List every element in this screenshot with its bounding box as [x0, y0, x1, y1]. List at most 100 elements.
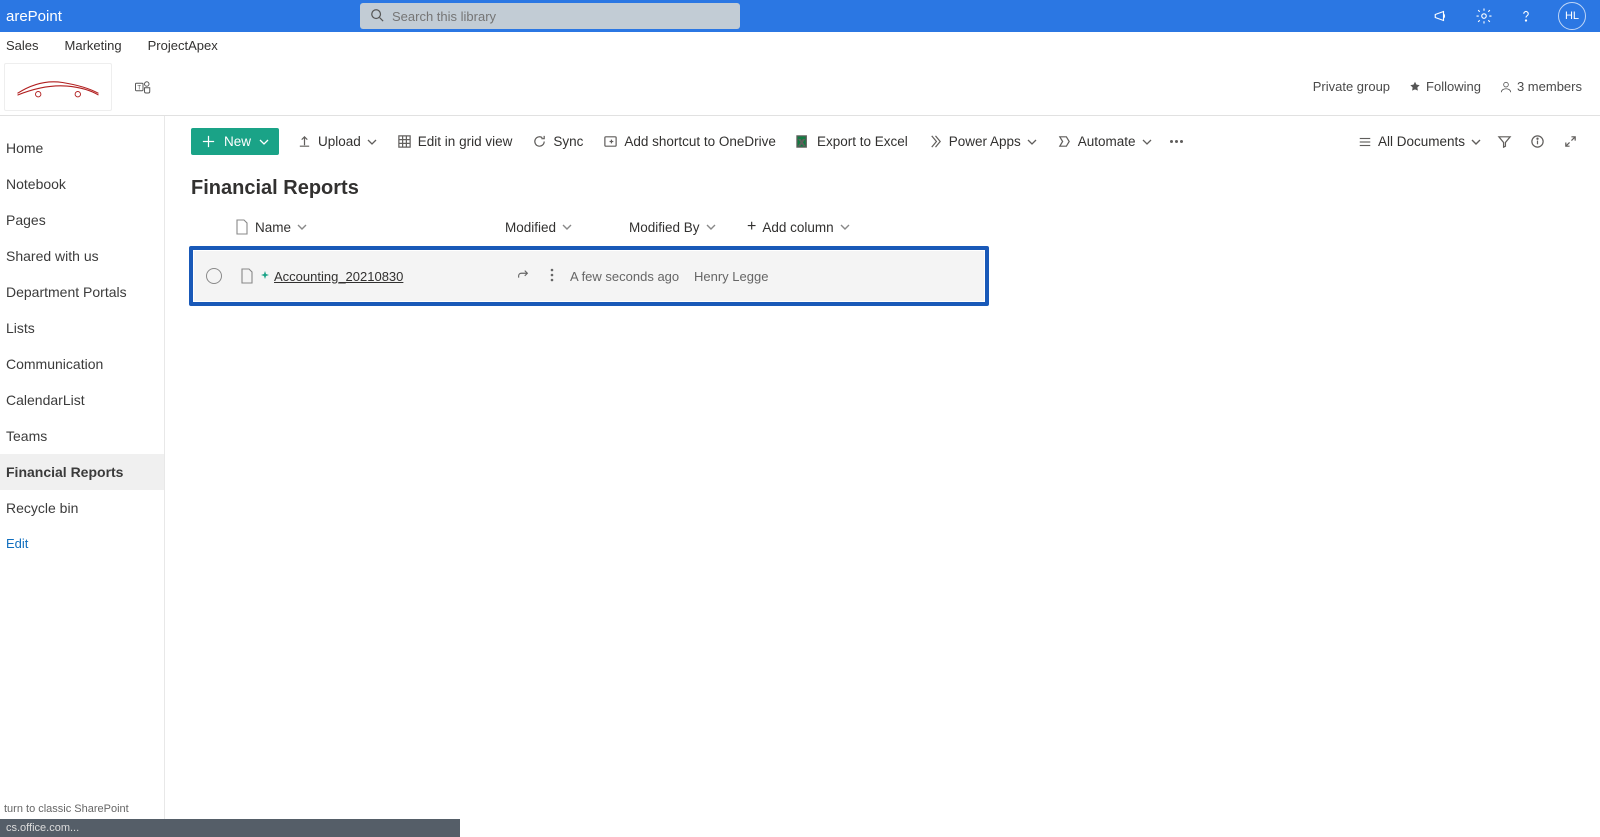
search-icon: [370, 8, 384, 25]
nav-recycle[interactable]: Recycle bin: [0, 490, 164, 526]
site-logo[interactable]: [4, 63, 112, 111]
sync-icon: [532, 134, 547, 149]
expand-icon: [1563, 134, 1578, 149]
col-modified-label: Modified: [505, 220, 556, 235]
star-icon: [1408, 80, 1422, 94]
list-header: Name Modified Modified By + Add column: [189, 212, 1592, 242]
user-avatar[interactable]: HL: [1558, 2, 1586, 30]
plus-icon: [201, 134, 216, 149]
export-excel-button[interactable]: X Export to Excel: [794, 130, 910, 153]
row-more-icon[interactable]: [550, 268, 554, 285]
document-list: Name Modified Modified By + Add column: [165, 212, 1600, 306]
nav-comm[interactable]: Communication: [0, 346, 164, 382]
filter-button[interactable]: [1495, 130, 1514, 153]
nav-shared[interactable]: Shared with us: [0, 238, 164, 274]
view-selector[interactable]: All Documents: [1358, 134, 1481, 149]
onedrive-shortcut-button[interactable]: Add shortcut to OneDrive: [601, 130, 778, 153]
new-label: New: [224, 134, 251, 149]
new-button[interactable]: New: [191, 128, 279, 155]
highlighted-row: Accounting_20210830 A few seconds ago He…: [189, 246, 989, 306]
left-nav: Home Notebook Pages Shared with us Depar…: [0, 116, 165, 837]
powerapps-label: Power Apps: [949, 134, 1021, 149]
hub-link-projectapex[interactable]: ProjectApex: [148, 38, 218, 53]
info-button[interactable]: [1528, 130, 1547, 153]
chevron-down-icon: [297, 222, 307, 232]
col-name-label: Name: [255, 220, 291, 235]
upload-icon: [297, 134, 312, 149]
return-classic[interactable]: turn to classic SharePoint: [0, 799, 164, 819]
svg-text:X: X: [799, 137, 805, 147]
row-modified: A few seconds ago: [570, 269, 694, 284]
expand-button[interactable]: [1561, 130, 1580, 153]
row-select[interactable]: [194, 268, 234, 284]
nav-teams[interactable]: Teams: [0, 418, 164, 454]
megaphone-icon[interactable]: [1432, 6, 1452, 26]
sync-button[interactable]: Sync: [530, 130, 585, 153]
search-input[interactable]: [392, 9, 730, 24]
nav-pages[interactable]: Pages: [0, 202, 164, 238]
row-modified-by: Henry Legge: [694, 269, 812, 284]
col-add-label: Add column: [762, 220, 833, 235]
search-box[interactable]: [360, 3, 740, 29]
automate-button[interactable]: Automate: [1055, 130, 1154, 153]
table-row[interactable]: Accounting_20210830 A few seconds ago He…: [194, 251, 984, 301]
col-type-icon[interactable]: [229, 219, 255, 235]
nav-lists[interactable]: Lists: [0, 310, 164, 346]
automate-icon: [1057, 134, 1072, 149]
members-label: 3 members: [1517, 79, 1582, 94]
col-modified[interactable]: Modified: [505, 220, 629, 235]
chevron-down-icon: [367, 137, 377, 147]
chevron-down-icon: [1142, 137, 1152, 147]
chevron-down-icon: [259, 137, 269, 147]
col-modified-by[interactable]: Modified By: [629, 220, 747, 235]
teams-icon[interactable]: T: [134, 78, 152, 96]
following-label: Following: [1426, 79, 1481, 94]
privacy-label: Private group: [1313, 79, 1390, 94]
nav-home[interactable]: Home: [0, 130, 164, 166]
following-button[interactable]: Following: [1408, 79, 1481, 94]
new-badge-icon: [260, 271, 270, 281]
nav-calendar[interactable]: CalendarList: [0, 382, 164, 418]
overflow-button[interactable]: [1170, 140, 1183, 143]
site-header: T Private group Following 3 members: [0, 58, 1600, 116]
chevron-down-icon: [1471, 137, 1481, 147]
grid-icon: [397, 134, 412, 149]
person-icon: [1499, 80, 1513, 94]
command-bar: New Upload Edit in grid view Sync Add sh…: [165, 126, 1600, 163]
powerapps-button[interactable]: Power Apps: [926, 130, 1039, 153]
onedrive-shortcut-label: Add shortcut to OneDrive: [624, 134, 776, 149]
edit-grid-button[interactable]: Edit in grid view: [395, 130, 515, 153]
nav-notebook[interactable]: Notebook: [0, 166, 164, 202]
excel-icon: X: [796, 134, 811, 149]
edit-grid-label: Edit in grid view: [418, 134, 513, 149]
upload-button[interactable]: Upload: [295, 130, 379, 153]
help-icon[interactable]: [1516, 6, 1536, 26]
sync-label: Sync: [553, 134, 583, 149]
export-excel-label: Export to Excel: [817, 134, 908, 149]
list-icon: [1358, 135, 1372, 149]
file-type-icon: [234, 268, 260, 284]
nav-dept[interactable]: Department Portals: [0, 274, 164, 310]
svg-text:T: T: [137, 85, 141, 91]
share-icon[interactable]: [516, 268, 530, 285]
hub-link-marketing[interactable]: Marketing: [65, 38, 122, 53]
nav-financial-reports[interactable]: Financial Reports: [0, 454, 164, 490]
col-add[interactable]: + Add column: [747, 218, 897, 236]
chevron-down-icon: [1027, 137, 1037, 147]
chevron-down-icon: [840, 222, 850, 232]
col-modified-by-label: Modified By: [629, 220, 700, 235]
suite-bar: arePoint HL: [0, 0, 1600, 32]
info-icon: [1530, 134, 1545, 149]
file-name-link[interactable]: Accounting_20210830: [274, 269, 403, 284]
nav-edit[interactable]: Edit: [0, 526, 164, 561]
main: New Upload Edit in grid view Sync Add sh…: [165, 116, 1600, 837]
chevron-down-icon: [706, 222, 716, 232]
page-title: Financial Reports: [165, 163, 1600, 212]
view-label: All Documents: [1378, 134, 1465, 149]
automate-label: Automate: [1078, 134, 1136, 149]
hub-link-sales[interactable]: Sales: [6, 38, 39, 53]
upload-label: Upload: [318, 134, 361, 149]
gear-icon[interactable]: [1474, 6, 1494, 26]
members-button[interactable]: 3 members: [1499, 79, 1582, 94]
col-name[interactable]: Name: [255, 220, 505, 235]
